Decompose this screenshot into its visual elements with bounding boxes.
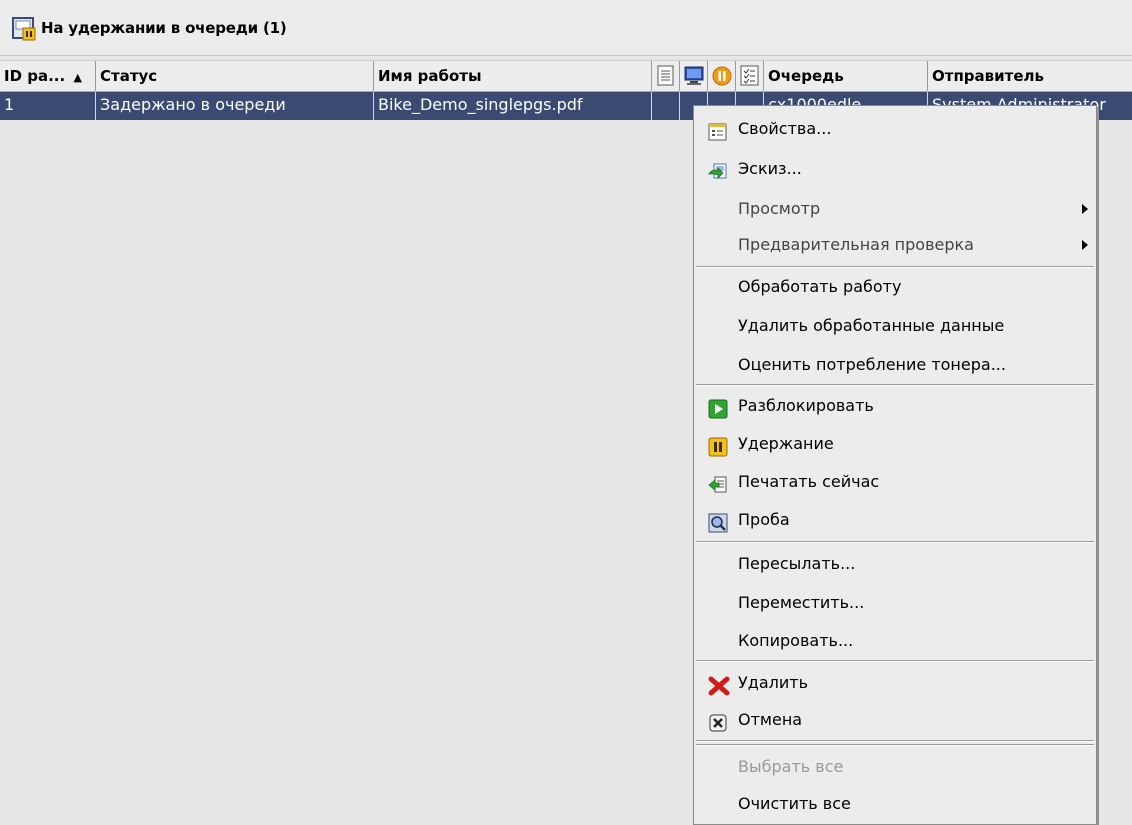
menu-item-remove-raster[interactable]: Удалить обработанные данные (694, 308, 1096, 344)
column-header-sender[interactable]: Отправитель (928, 61, 1132, 91)
cell-job-id: 1 (0, 92, 96, 120)
menu-item-forward[interactable]: Пересылать... (694, 546, 1096, 582)
menu-item-label: Удалить (738, 673, 808, 692)
menu-item-preflight[interactable]: Предварительная проверка (694, 227, 1096, 263)
submenu-arrow-icon (1082, 240, 1088, 250)
column-label: Статус (100, 67, 158, 85)
column-header-checklist[interactable] (736, 61, 764, 91)
context-menu: Свойства... Эскиз... Просмотр Предварите… (693, 105, 1097, 825)
menu-item-clear-all[interactable]: Очистить все (694, 786, 1096, 822)
menu-item-print-now[interactable]: Печатать сейчас (694, 464, 1096, 500)
cell-status: Задержано в очереди (96, 92, 374, 120)
menu-item-properties[interactable]: Свойства... (694, 111, 1096, 147)
menu-item-proof[interactable]: Проба (694, 502, 1096, 538)
column-label: Имя работы (378, 67, 482, 85)
menu-item-copy[interactable]: Копировать... (694, 623, 1096, 659)
table-header: ID ра... ▲ Статус Имя работы Очередь Отп… (0, 60, 1132, 92)
sort-ascending-icon: ▲ (73, 71, 82, 84)
menu-item-select-all[interactable]: Выбрать все (694, 749, 1096, 785)
menu-item-label: Эскиз... (738, 159, 802, 178)
menu-item-estimate-toner[interactable]: Оценить потребление тонера... (694, 347, 1096, 383)
menu-separator (696, 740, 1094, 742)
column-header-queue[interactable]: Очередь (764, 61, 928, 91)
menu-item-label: Удержание (738, 434, 834, 453)
menu-item-delete[interactable]: Удалить (694, 665, 1096, 701)
column-header-status[interactable]: Статус (96, 61, 374, 91)
properties-icon (708, 119, 728, 141)
pause-icon (708, 434, 728, 457)
menu-item-preview[interactable]: Просмотр (694, 191, 1096, 227)
menu-item-label: Разблокировать (738, 396, 874, 415)
column-header-job-name[interactable]: Имя работы (374, 61, 652, 91)
proof-icon (708, 510, 728, 533)
thumbnail-icon (708, 159, 728, 179)
document-icon (656, 65, 678, 87)
panel-title: На удержании в очереди (1) (41, 19, 287, 37)
column-header-hold[interactable] (708, 61, 736, 91)
cancel-icon (708, 710, 728, 732)
hold-status-icon (711, 65, 733, 87)
menu-item-label: Пересылать... (738, 554, 856, 573)
menu-item-process-job[interactable]: Обработать работу (694, 269, 1096, 305)
menu-item-label: Переместить... (738, 593, 865, 612)
menu-separator (696, 266, 1094, 268)
menu-item-label: Проба (738, 510, 790, 529)
cell-document (652, 92, 680, 120)
menu-item-label: Очистить все (738, 794, 851, 813)
menu-item-label: Свойства... (738, 119, 832, 138)
column-label: Отправитель (932, 67, 1045, 85)
column-header-monitor[interactable] (680, 61, 708, 91)
menu-item-label: Копировать... (738, 631, 854, 650)
menu-item-move[interactable]: Переместить... (694, 585, 1096, 621)
menu-item-label: Удалить обработанные данные (738, 316, 1005, 335)
queue-hold-icon (12, 17, 36, 41)
column-header-job-id[interactable]: ID ра... ▲ (0, 61, 96, 91)
menu-item-label: Отмена (738, 710, 803, 729)
print-now-icon (708, 472, 728, 493)
submenu-arrow-icon (1082, 204, 1088, 214)
menu-item-cancel[interactable]: Отмена (694, 702, 1096, 738)
menu-item-label: Обработать работу (738, 277, 902, 296)
play-icon (708, 396, 728, 419)
cell-job-name: Bike_Demo_singlepgs.pdf (374, 92, 652, 120)
menu-separator (696, 744, 1094, 746)
menu-item-label: Предварительная проверка (738, 235, 974, 254)
menu-item-label: Печатать сейчас (738, 472, 880, 491)
column-label: Очередь (768, 67, 844, 85)
menu-item-label: Выбрать все (738, 757, 844, 776)
checklist-icon (740, 65, 762, 87)
menu-item-label: Просмотр (738, 199, 821, 218)
menu-separator (696, 541, 1094, 543)
menu-item-thumbnail[interactable]: Эскиз... (694, 151, 1096, 187)
panel-titlebar: На удержании в очереди (1) (0, 0, 1132, 56)
menu-item-unlock[interactable]: Разблокировать (694, 388, 1096, 424)
column-header-document[interactable] (652, 61, 680, 91)
menu-item-hold[interactable]: Удержание (694, 426, 1096, 462)
menu-item-label: Оценить потребление тонера... (738, 355, 1006, 374)
menu-separator (696, 384, 1094, 386)
monitor-icon (683, 65, 705, 87)
column-label: ID ра... (4, 67, 66, 85)
menu-separator (696, 660, 1094, 662)
delete-icon (708, 673, 730, 696)
